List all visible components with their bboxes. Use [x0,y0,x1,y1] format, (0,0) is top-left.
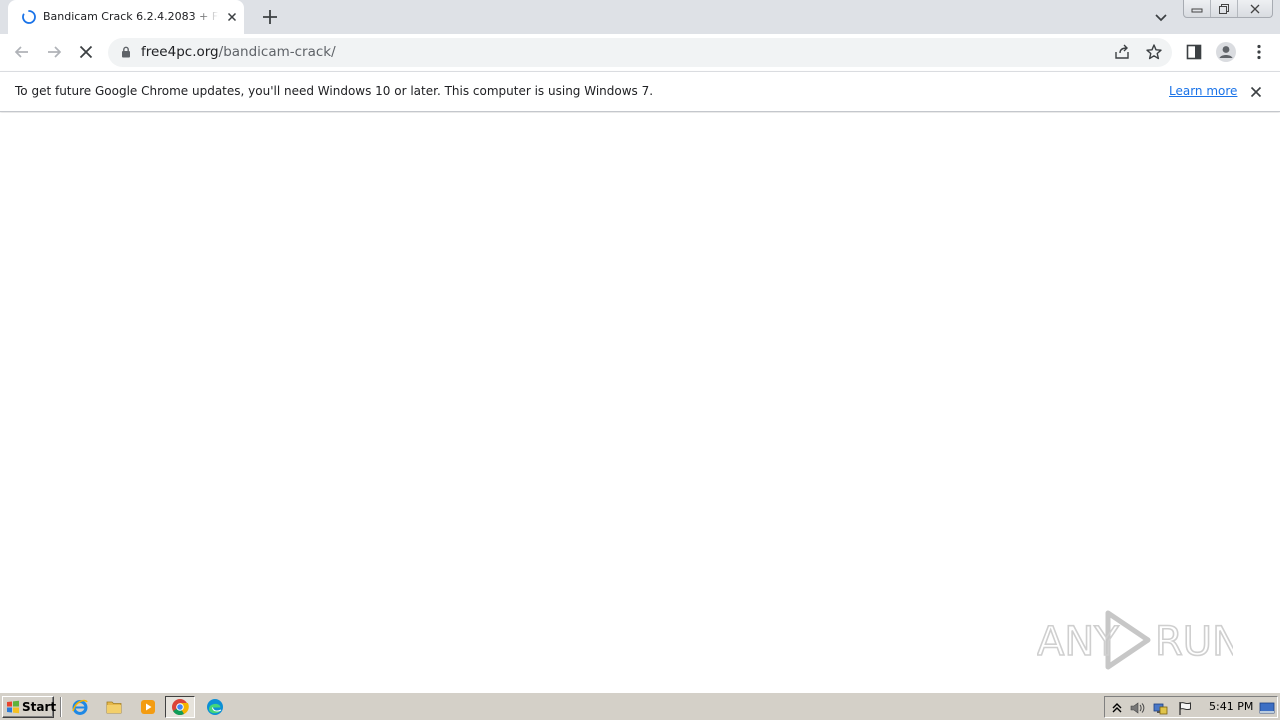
start-button[interactable]: Start [2,696,57,718]
taskbar-clock[interactable]: 5:41 PM [1209,700,1253,714]
taskbar-internet-explorer[interactable] [65,696,95,718]
address-bar[interactable]: free4pc.org/bandicam-crack/ [108,38,1172,67]
infobar-message: To get future Google Chrome updates, you… [15,84,654,98]
window-close-button[interactable] [1238,0,1272,17]
taskbar-edge[interactable] [200,696,230,718]
anyrun-watermark: ANY RUN [1036,607,1243,671]
browser-toolbar: free4pc.org/bandicam-crack/ [0,34,1280,71]
minimize-button[interactable] [1184,0,1212,17]
taskbar-media-player[interactable] [133,696,163,718]
loading-spinner-icon [22,10,36,24]
tab-strip: Bandicam Crack 6.2.4.2083 + Full Version [0,0,1280,34]
taskbar-chrome[interactable] [165,696,195,718]
window-controls [1183,0,1273,18]
window-close-icon [1250,4,1260,13]
tab-title: Bandicam Crack 6.2.4.2083 + Full Version [43,10,219,23]
taskbar-separator [60,697,62,717]
show-hidden-icons-icon[interactable] [1109,700,1125,716]
minimize-icon [1191,8,1203,12]
forward-arrow-icon[interactable] [44,42,64,62]
update-infobar: To get future Google Chrome updates, you… [0,71,1280,112]
internet-explorer-icon [72,699,88,715]
taskbar-file-explorer[interactable] [99,696,129,718]
chrome-icon [172,699,189,716]
learn-more-link[interactable]: Learn more [1169,83,1237,100]
url-path: /bandicam-crack/ [218,44,336,60]
side-panel-icon[interactable] [1184,42,1204,62]
windows-taskbar: Start 5:41 PM [0,692,1280,720]
explorer-folder-icon [106,701,122,714]
more-options-icon[interactable] [1249,42,1269,62]
edge-icon [207,699,223,715]
lock-icon[interactable] [119,45,133,59]
close-icon[interactable] [1248,84,1264,100]
url-text[interactable]: free4pc.org/bandicam-crack/ [141,44,336,61]
volume-icon[interactable] [1129,700,1145,716]
action-center-flag-icon[interactable] [1177,700,1193,716]
start-label: Start [22,700,57,714]
svg-text:RUN: RUN [1155,619,1233,665]
chevron-down-icon[interactable] [1152,8,1170,26]
new-tab-plus-icon[interactable] [260,7,280,27]
restore-icon [1219,3,1230,14]
windows-logo-icon [7,700,19,714]
profile-avatar-icon[interactable] [1215,41,1237,63]
bookmark-star-icon[interactable] [1145,43,1163,61]
system-tray: 5:41 PM [1104,696,1278,718]
close-icon[interactable] [224,9,240,25]
url-host: free4pc.org [141,44,219,60]
anyrun-logo-icon: ANY RUN [1036,610,1243,670]
page-content: ANY RUN [0,113,1280,692]
stop-loading-icon[interactable] [76,42,96,62]
media-player-icon [141,700,155,714]
restore-button[interactable] [1211,0,1239,17]
show-desktop-icon[interactable] [1259,700,1275,716]
active-tab[interactable]: Bandicam Crack 6.2.4.2083 + Full Version [8,0,244,34]
svg-text:ANY: ANY [1037,619,1119,665]
share-icon[interactable] [1113,43,1131,61]
back-arrow-icon[interactable] [12,42,32,62]
network-icon[interactable] [1152,700,1168,716]
